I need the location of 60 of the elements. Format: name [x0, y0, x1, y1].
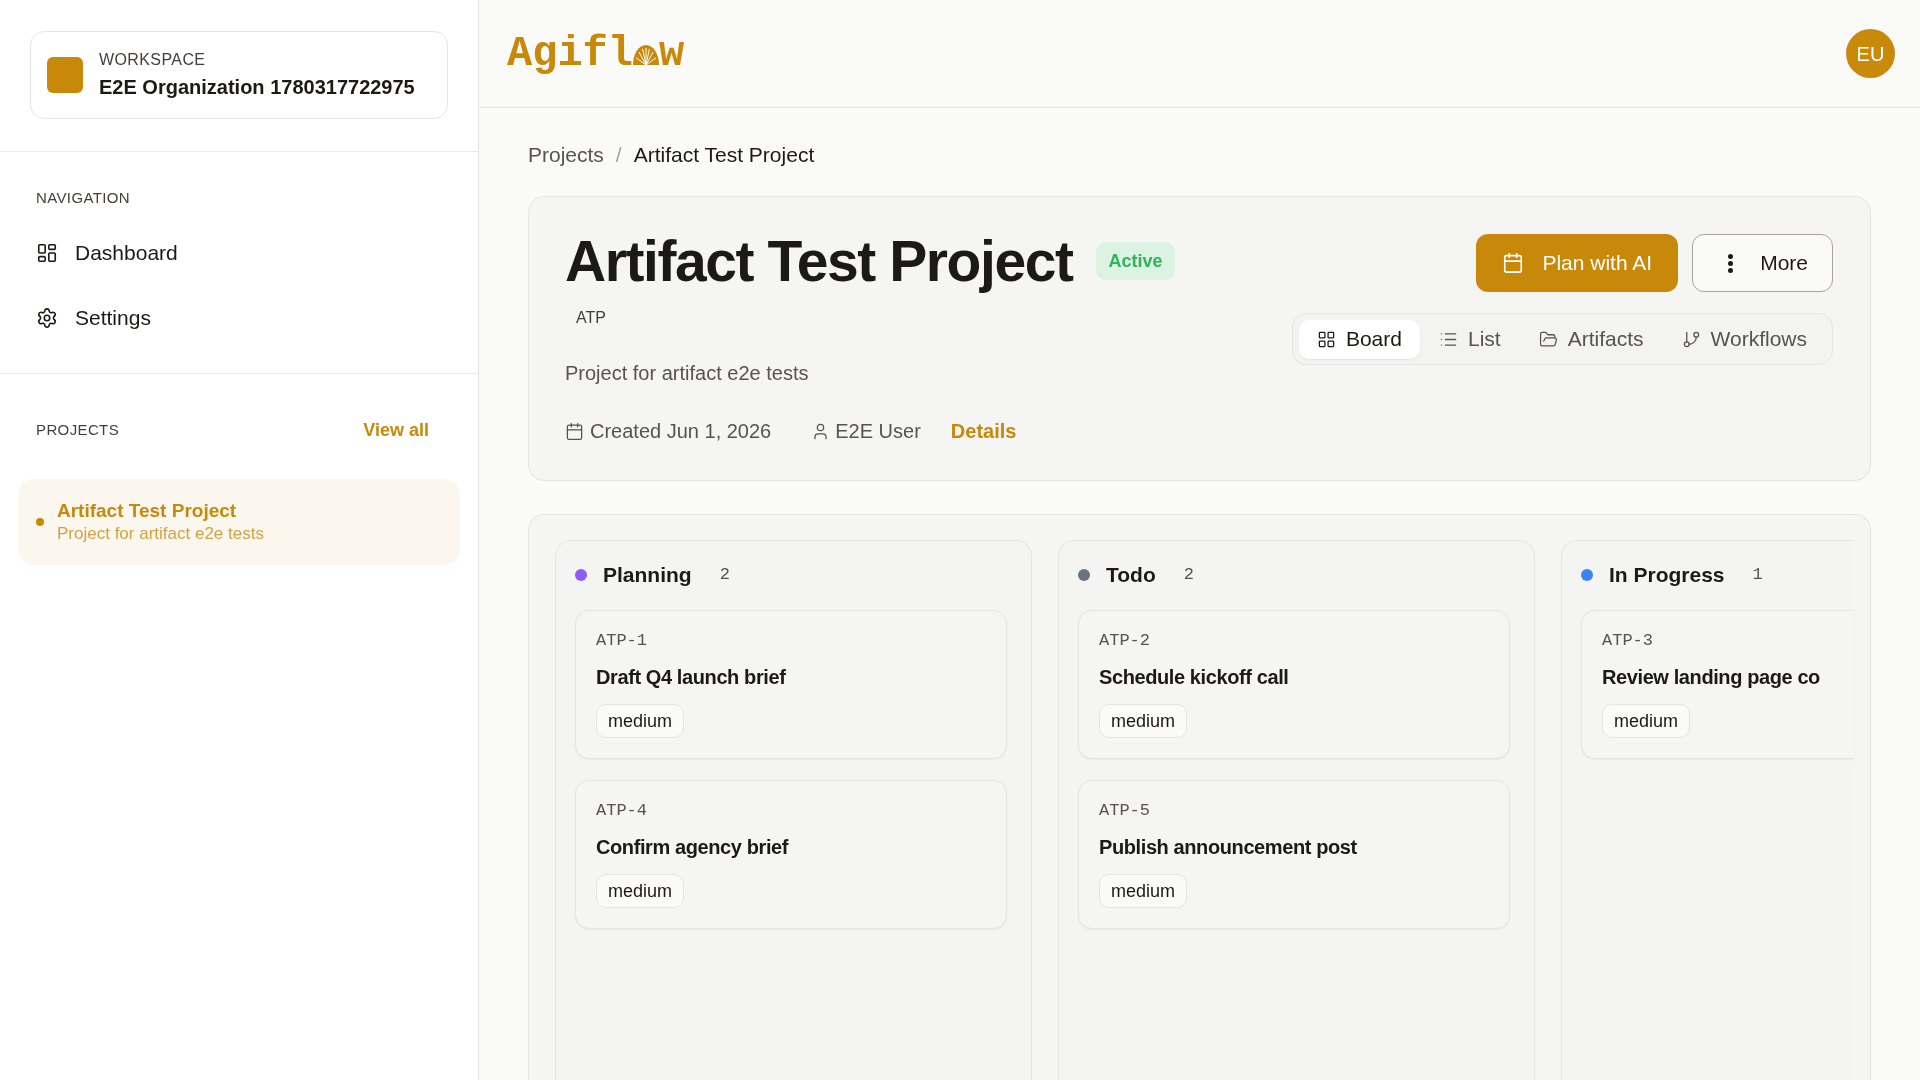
view-tab[interactable]: Board	[1298, 319, 1420, 359]
view-tab[interactable]: List	[1420, 319, 1520, 359]
column-count: 1	[1752, 564, 1763, 586]
dashboard-icon	[36, 242, 58, 264]
more-button[interactable]: More	[1692, 234, 1833, 292]
task-card[interactable]: ATP-3 Review landing page co medium	[1581, 610, 1854, 759]
column-count: 2	[1183, 564, 1194, 586]
view-tab[interactable]: Artifacts	[1519, 319, 1663, 359]
vertical-dots-icon	[1728, 253, 1734, 273]
section-heading: PROJECTS	[36, 420, 119, 440]
half-sun-logo-icon	[633, 44, 660, 65]
task-title: Review landing page co	[1602, 665, 1820, 690]
workspace-icon	[47, 57, 83, 93]
breadcrumb-link[interactable]: Artifact Test Project	[633, 141, 815, 169]
calendar-icon	[1502, 252, 1525, 274]
task-card[interactable]: ATP-5 Publish announcement post medium	[1078, 780, 1510, 929]
branch-icon	[1681, 329, 1701, 349]
task-id: ATP-3	[1602, 631, 1653, 651]
task-title: Publish announcement post	[1099, 835, 1357, 860]
task-id: ATP-1	[596, 631, 647, 651]
project-name: Artifact Test Project	[57, 499, 238, 523]
task-title: Confirm agency brief	[596, 835, 789, 860]
folder-icon	[1538, 329, 1558, 349]
grid-icon	[1316, 329, 1336, 349]
workspace-label: WORKSPACE	[99, 49, 207, 70]
task-id: ATP-4	[596, 801, 647, 821]
priority-tag: medium	[1602, 704, 1691, 738]
status-badge: Active	[1096, 242, 1175, 280]
task-title: Schedule kickoff call	[1099, 665, 1289, 690]
project-description: Project for artifact e2e tests	[565, 361, 809, 386]
task-card[interactable]: ATP-1 Draft Q4 launch brief medium	[575, 610, 1007, 759]
priority-tag: medium	[1099, 874, 1188, 908]
nav-item[interactable]: Settings	[36, 294, 442, 342]
project-description: Project for artifact e2e tests	[57, 523, 264, 545]
project-key: ATP	[576, 308, 606, 328]
task-card[interactable]: ATP-4 Confirm agency brief medium	[575, 780, 1007, 929]
task-card[interactable]: ATP-2 Schedule kickoff call medium	[1078, 610, 1510, 759]
view-tab[interactable]: Workflows	[1662, 319, 1826, 359]
priority-tag: medium	[596, 874, 685, 908]
task-title: Draft Q4 launch brief	[596, 665, 786, 690]
workspace-card[interactable]: WORKSPACE E2E Organization 1780317722975	[30, 31, 448, 119]
task-id: ATP-5	[1099, 801, 1150, 821]
task-id: ATP-2	[1099, 631, 1150, 651]
column-count: 2	[719, 564, 730, 586]
column-title: In Progress	[1609, 562, 1725, 588]
logo-text: w	[659, 29, 685, 78]
created-date: Created Jun 1, 2026	[590, 419, 772, 444]
column-title: Todo	[1106, 562, 1156, 588]
settings-icon	[36, 307, 58, 329]
nav-item[interactable]: Dashboard	[36, 229, 442, 277]
breadcrumb-separator: /	[615, 142, 622, 168]
priority-tag: medium	[1099, 704, 1188, 738]
logo-text: Agifl	[507, 29, 634, 78]
breadcrumb-link[interactable]: Projects	[528, 141, 604, 169]
calendar-icon	[565, 421, 584, 441]
owner-name: E2E User	[835, 419, 921, 444]
workspace-name: E2E Organization 1780317722975	[99, 74, 415, 100]
column-title: Planning	[603, 562, 692, 588]
section-heading: NAVIGATION	[36, 188, 132, 208]
priority-tag: medium	[596, 704, 685, 738]
